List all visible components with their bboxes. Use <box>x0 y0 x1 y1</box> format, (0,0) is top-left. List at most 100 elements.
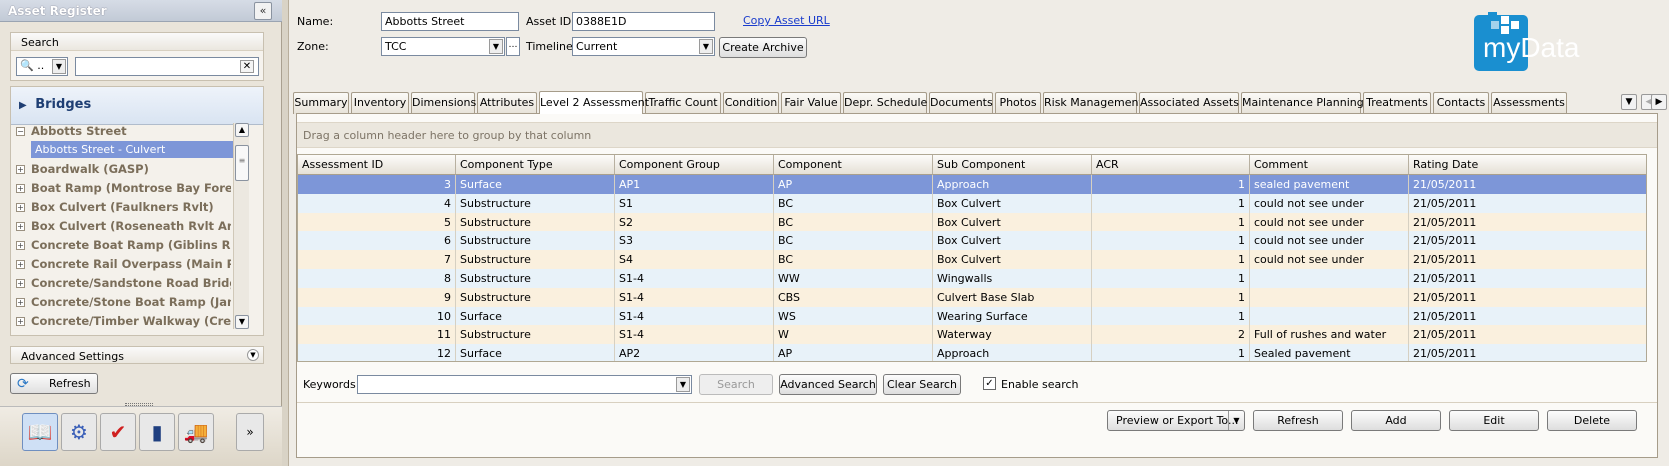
tab-dimensions[interactable]: Dimensions <box>411 92 476 114</box>
tab-treatments[interactable]: Treatments <box>1363 92 1431 114</box>
clear-search-button[interactable]: Clear Search <box>883 374 961 395</box>
search-input[interactable]: ✕ <box>75 57 259 76</box>
tab-list-dropdown-icon[interactable]: ▼ <box>1621 94 1637 110</box>
table-row[interactable]: 6 Substructure S3 BC Box Culvert 1 could not s… <box>298 231 1646 252</box>
tab-risk-management[interactable]: Risk Management <box>1043 92 1143 114</box>
column-header-acr[interactable]: ACR <box>1092 155 1250 175</box>
expand-node-icon[interactable]: + <box>16 222 25 231</box>
column-header-component[interactable]: Component <box>774 155 933 175</box>
tree-item[interactable]: + Boat Ramp (Montrose Bay Foreshor... <box>11 179 231 198</box>
table-row[interactable]: 9 Substructure S1-4 CBS Culvert Base Slab 1 21… <box>298 287 1646 308</box>
table-row[interactable]: 12 Surface AP2 AP Approach 1 Sealed pavement 21… <box>298 344 1646 361</box>
tree-item-selected[interactable]: Abbotts Street - Culvert <box>31 141 233 158</box>
column-header-comment[interactable]: Comment <box>1250 155 1409 175</box>
tab-attributes[interactable]: Attributes <box>477 92 537 114</box>
tree-item[interactable]: + Concrete/Sandstone Road Bridge (H... <box>11 274 231 293</box>
collapse-node-icon[interactable]: − <box>16 127 25 136</box>
column-header-component-type[interactable]: Component Type <box>456 155 615 175</box>
tab-fair-value[interactable]: Fair Value <box>781 92 841 114</box>
table-row[interactable]: 7 Substructure S4 BC Box Culvert 1 could not s… <box>298 250 1646 271</box>
scroll-up-icon[interactable]: ▲ <box>235 123 249 137</box>
tree-scrollbar[interactable]: ▲ ≡ ▼ <box>233 123 249 329</box>
zone-browse-icon[interactable]: … <box>506 37 520 56</box>
tab-level-2-assessment[interactable]: Level 2 Assessment <box>539 91 649 114</box>
tab-maintenance-planning[interactable]: Maintenance Planning <box>1241 92 1364 114</box>
checklist-module-icon[interactable]: ✔ <box>100 413 136 451</box>
timeline-select[interactable]: Current ▼ <box>572 37 715 56</box>
expand-node-icon[interactable]: + <box>16 165 25 174</box>
refresh-icon: ⟳ <box>17 376 29 392</box>
column-header-component-group[interactable]: Component Group <box>615 155 774 175</box>
scroll-thumb[interactable]: ≡ <box>235 145 249 181</box>
delete-button[interactable]: Delete <box>1547 410 1637 431</box>
table-row[interactable]: 8 Substructure S1-4 WW Wingwalls 1 21/05/2011 <box>298 269 1646 289</box>
settings-module-icon[interactable]: ⚙ <box>61 413 97 451</box>
table-row[interactable]: 4 Substructure S1 BC Box Culvert 1 could not s… <box>298 193 1646 214</box>
tree-item[interactable]: + Box Culvert (Faulkners Rvlt) <box>11 198 231 217</box>
tab-assessments[interactable]: Assessments <box>1491 92 1567 114</box>
tree-item[interactable]: + Concrete Boat Ramp (Giblins Reserv... <box>11 236 231 255</box>
tab-photos[interactable]: Photos <box>995 92 1041 114</box>
tree-item[interactable]: + Concrete Rail Overpass (Main Rd) <box>11 255 231 274</box>
expand-node-icon[interactable]: + <box>16 317 25 326</box>
tab-documents[interactable]: Documents <box>929 92 993 114</box>
expand-node-icon[interactable]: + <box>16 279 25 288</box>
chevron-down-icon[interactable]: ▼ <box>489 39 503 54</box>
chevron-down-icon[interactable]: ▼ <box>247 349 259 361</box>
table-row[interactable]: 11 Substructure S1-4 W Waterway 2 Full of rush… <box>298 325 1646 346</box>
tab-summary[interactable]: Summary <box>293 92 349 114</box>
group-by-area[interactable]: Drag a column header here to group by th… <box>297 122 1657 148</box>
tree-item[interactable]: − Abbotts Street <box>11 122 231 141</box>
tab-condition[interactable]: Condition <box>723 92 779 114</box>
column-header-assessment-id[interactable]: Assessment ID <box>298 155 456 175</box>
expand-node-icon[interactable]: + <box>16 298 25 307</box>
tree-item[interactable]: + Boardwalk (GASP) <box>11 160 231 179</box>
truck-module-icon[interactable]: 🚚 <box>178 413 214 451</box>
name-field[interactable]: Abbotts Street <box>381 12 519 31</box>
create-archive-button[interactable]: Create Archive <box>719 37 807 58</box>
scroll-down-icon[interactable]: ▼ <box>235 315 249 329</box>
asset-id-field[interactable]: 0388E1D <box>572 12 715 31</box>
preview-export-button[interactable]: Preview or Export To... ▼ <box>1107 410 1245 431</box>
tab-depr-schedule[interactable]: Depr. Schedule <box>843 92 927 114</box>
chevron-down-icon[interactable]: ▼ <box>52 59 66 74</box>
tab-associated-assets[interactable]: Associated Assets <box>1139 92 1239 114</box>
enable-search-checkbox[interactable]: ✓ <box>983 377 996 390</box>
tree-item[interactable]: + Box Culvert (Roseneath Rvlt Arched... <box>11 217 231 236</box>
collapse-pane-icon[interactable]: « <box>254 2 272 20</box>
tab-inventory[interactable]: Inventory <box>351 92 409 114</box>
tree-category-bridges[interactable]: ▶ Bridges <box>11 87 263 125</box>
add-button[interactable]: Add <box>1351 410 1441 431</box>
advanced-settings-toggle[interactable]: Advanced Settings ▼ <box>10 346 264 364</box>
expand-node-icon[interactable]: + <box>16 241 25 250</box>
search-button[interactable]: Search <box>699 374 773 395</box>
tab-scroll-right-icon[interactable]: ▶ <box>1651 94 1667 110</box>
tab-contacts[interactable]: Contacts <box>1433 92 1489 114</box>
table-row[interactable]: 3 Surface AP1 AP Approach 1 sealed pavement 21/… <box>298 175 1646 195</box>
edit-button[interactable]: Edit <box>1449 410 1539 431</box>
search-type-select[interactable]: 🔍 .. ▼ <box>16 57 68 76</box>
tab-traffic-count[interactable]: Traffic Count <box>645 92 721 114</box>
column-header-rating-date[interactable]: Rating Date <box>1409 155 1646 175</box>
expand-node-icon[interactable]: + <box>16 260 25 269</box>
table-row[interactable]: 5 Substructure S2 BC Box Culvert 1 could not s… <box>298 212 1646 233</box>
chevron-down-icon[interactable]: ▼ <box>699 39 713 54</box>
expand-node-icon[interactable]: + <box>16 184 25 193</box>
advanced-search-button[interactable]: Advanced Search <box>779 374 877 395</box>
clear-search-icon[interactable]: ✕ <box>240 60 254 73</box>
tree-item[interactable]: + Concrete/Timber Walkway (Creek R... <box>11 312 231 331</box>
keywords-input[interactable]: ▼ <box>357 375 692 394</box>
zone-select[interactable]: TCC ▼ <box>381 37 505 56</box>
chevron-down-icon[interactable]: ▼ <box>676 377 690 392</box>
refresh-button[interactable]: Refresh <box>1253 410 1343 431</box>
chevron-down-icon[interactable]: ▼ <box>1228 411 1244 430</box>
column-header-sub-component[interactable]: Sub Component <box>933 155 1092 175</box>
copy-asset-url-link[interactable]: Copy Asset URL <box>743 14 830 27</box>
tree-item[interactable]: + Concrete/Stone Boat Ramp (Jams A... <box>11 293 231 312</box>
refresh-tree-button[interactable]: ⟳ Refresh <box>10 373 98 394</box>
register-module-icon[interactable]: 📖 <box>22 413 58 451</box>
expand-node-icon[interactable]: + <box>16 203 25 212</box>
table-row[interactable]: 10 Surface S1-4 WS Wearing Surface 1 21/05/201… <box>298 306 1646 327</box>
book-module-icon[interactable]: ▮ <box>139 413 175 451</box>
more-modules-icon[interactable]: » <box>236 413 264 451</box>
